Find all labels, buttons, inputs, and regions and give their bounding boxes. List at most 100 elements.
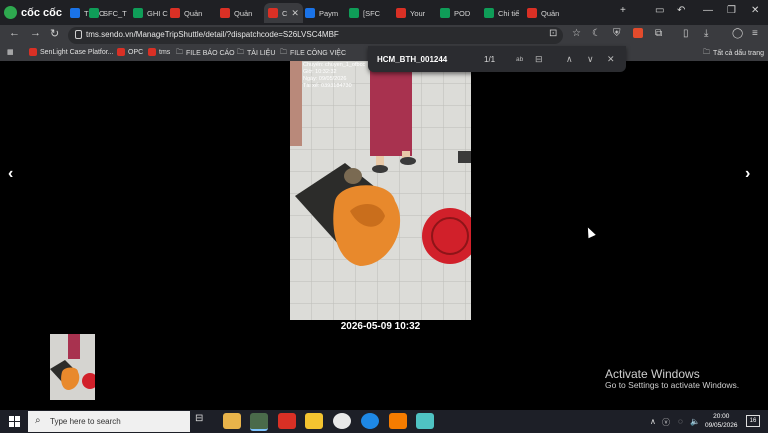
- browser-tab[interactable]: Chi tiế: [484, 3, 519, 23]
- find-input[interactable]: HCM_BTH_001244: [377, 55, 447, 64]
- task-view-icon[interactable]: ⊟: [195, 413, 213, 429]
- taskbar-search-placeholder[interactable]: Type here to search: [50, 417, 121, 426]
- tab-favicon-icon: [170, 8, 180, 18]
- folder-icon: 🗀: [237, 49, 244, 56]
- tab-label: Your: [410, 8, 426, 18]
- find-close-button[interactable]: ✕: [607, 54, 615, 65]
- browser-tab[interactable]: [SFC: [349, 3, 380, 23]
- photo-timestamp-overlay: Chuyến: chuyen_1_ofbcc Giờ: 10:32:32 Ngà…: [303, 62, 366, 89]
- menu-icon[interactable]: ≡: [752, 28, 758, 39]
- app-icon-orange[interactable]: [389, 413, 407, 429]
- new-tab-button[interactable]: +: [620, 5, 626, 16]
- browser-tab[interactable]: Quản: [527, 3, 559, 23]
- activate-windows-subtitle: Go to Settings to activate Windows.: [605, 380, 740, 390]
- next-photo-button[interactable]: ›: [745, 165, 750, 183]
- opc-favicon-icon: [117, 48, 125, 56]
- shield-icon[interactable]: ⛨: [613, 28, 621, 39]
- bookmark-senlight[interactable]: SenLight Case Platfor...: [29, 48, 114, 56]
- tab-label: Chi tiế: [498, 8, 520, 18]
- notification-center-icon[interactable]: 16: [746, 415, 760, 427]
- back-button[interactable]: ←: [9, 27, 20, 39]
- forward-button[interactable]: →: [30, 27, 41, 39]
- tab-favicon-icon: [484, 8, 494, 18]
- app-icon-teal[interactable]: [416, 413, 434, 429]
- tab-favicon-icon: [220, 8, 230, 18]
- previous-photo-button[interactable]: ‹: [8, 165, 13, 183]
- zalo-icon[interactable]: [361, 413, 379, 429]
- tab-label: POD: [454, 8, 471, 18]
- tab-favicon-icon: [133, 8, 143, 18]
- search-icon: ⌕: [35, 415, 41, 426]
- taskbar-clock[interactable]: 20:00 09/05/2026: [705, 412, 738, 430]
- senlight-favicon-icon: [29, 48, 37, 56]
- browser-tab[interactable]: Your: [396, 3, 425, 23]
- browser-tab[interactable]: Paym: [305, 3, 338, 23]
- find-options-icon[interactable]: ⊟: [535, 54, 543, 65]
- extensions-puzzle-icon[interactable]: ⧉: [655, 28, 662, 39]
- apps-icon[interactable]: ▦: [7, 48, 14, 56]
- tab-label: GHI C: [147, 8, 168, 18]
- match-case-button[interactable]: ab: [516, 56, 523, 63]
- tms-favicon-icon: [148, 48, 156, 56]
- coccoc-taskbar-icon[interactable]: [250, 413, 268, 431]
- find-previous-button[interactable]: ∧: [566, 54, 573, 65]
- reload-button[interactable]: ↻: [50, 27, 59, 40]
- tab-label: Quản: [234, 8, 253, 18]
- folder-icon: 🗀: [703, 49, 710, 56]
- bookmark-tai-lieu[interactable]: 🗀 TÀI LIỆU: [237, 48, 275, 59]
- browser-tab[interactable]: Quản: [220, 3, 252, 23]
- network-icon[interactable]: ◌: [678, 417, 683, 426]
- bookmark-file-bao-cao[interactable]: 🗀 FILE BÁO CÁO: [176, 48, 235, 59]
- all-bookmarks[interactable]: 🗀 Tất cả dấu trang: [703, 48, 764, 59]
- site-info-icon[interactable]: [75, 30, 82, 39]
- url-text[interactable]: tms.sendo.vn/ManageTripShuttle/detail/?d…: [86, 30, 339, 39]
- tab-search-icon[interactable]: ▭: [655, 5, 664, 16]
- bookmark-star-icon[interactable]: ☆: [572, 28, 581, 39]
- delivery-photo: Chuyến: chuyen_1_ofbcc Giờ: 10:32:32 Ngà…: [290, 61, 471, 320]
- browser-brand[interactable]: cốc cốc: [4, 4, 62, 21]
- browser-tab[interactable]: Quản: [170, 3, 202, 23]
- page-translate-icon[interactable]: ⊡: [549, 28, 557, 39]
- activate-windows-title: Activate Windows: [605, 367, 700, 381]
- tab-label: Quản: [184, 8, 203, 18]
- browser-tab[interactable]: C ✕: [264, 3, 303, 23]
- tab-favicon-icon: [440, 8, 450, 18]
- tab-favicon-icon: [305, 8, 315, 18]
- mouse-cursor-icon: [584, 225, 596, 239]
- wps-office-icon[interactable]: [278, 413, 296, 429]
- find-next-button[interactable]: ∨: [587, 54, 594, 65]
- extension-icon[interactable]: [633, 28, 643, 38]
- tab-close-icon[interactable]: ✕: [291, 8, 299, 19]
- tray-chevron-icon[interactable]: ∧: [650, 417, 656, 426]
- dark-mode-icon[interactable]: ☾: [592, 28, 601, 39]
- file-explorer-icon[interactable]: [223, 413, 241, 429]
- sticky-notes-icon[interactable]: [305, 413, 323, 429]
- photo-thumbnail[interactable]: [50, 334, 95, 400]
- back-history-icon[interactable]: ↶: [677, 5, 685, 16]
- profile-icon[interactable]: ◯: [732, 28, 743, 39]
- browser-tab[interactable]: SFC_T: [89, 3, 127, 23]
- find-match-count: 1/1: [484, 55, 496, 64]
- brand-label: cốc cốc: [21, 6, 62, 19]
- browser-tab[interactable]: GHI C: [133, 3, 168, 23]
- browser-tab[interactable]: POD: [440, 3, 470, 23]
- tab-favicon-icon: [349, 8, 359, 18]
- bookmark-opc[interactable]: OPC: [117, 48, 143, 56]
- tab-favicon-icon: [89, 8, 99, 18]
- bookmark-file-cong-viec[interactable]: 🗀 FILE CÔNG VIỆC: [280, 48, 346, 59]
- bookmark-tms[interactable]: tms: [148, 48, 170, 56]
- windows-start-icon[interactable]: [9, 416, 20, 427]
- tab-label: C: [282, 8, 288, 18]
- folder-icon: 🗀: [176, 49, 183, 56]
- photo-image: [290, 61, 471, 320]
- volume-icon[interactable]: 🔈: [690, 417, 700, 426]
- restore-button[interactable]: ❐: [727, 5, 736, 16]
- input-method-icon[interactable]: ⓥ: [662, 417, 670, 428]
- tab-label: Quản: [541, 8, 560, 18]
- close-window-button[interactable]: ✕: [751, 5, 759, 16]
- minimize-button[interactable]: —: [703, 5, 713, 16]
- tab-favicon-icon: [268, 8, 278, 18]
- chrome-icon[interactable]: [333, 413, 351, 429]
- sidebar-icon[interactable]: ▯: [683, 28, 689, 39]
- download-icon[interactable]: ⤓: [704, 28, 708, 39]
